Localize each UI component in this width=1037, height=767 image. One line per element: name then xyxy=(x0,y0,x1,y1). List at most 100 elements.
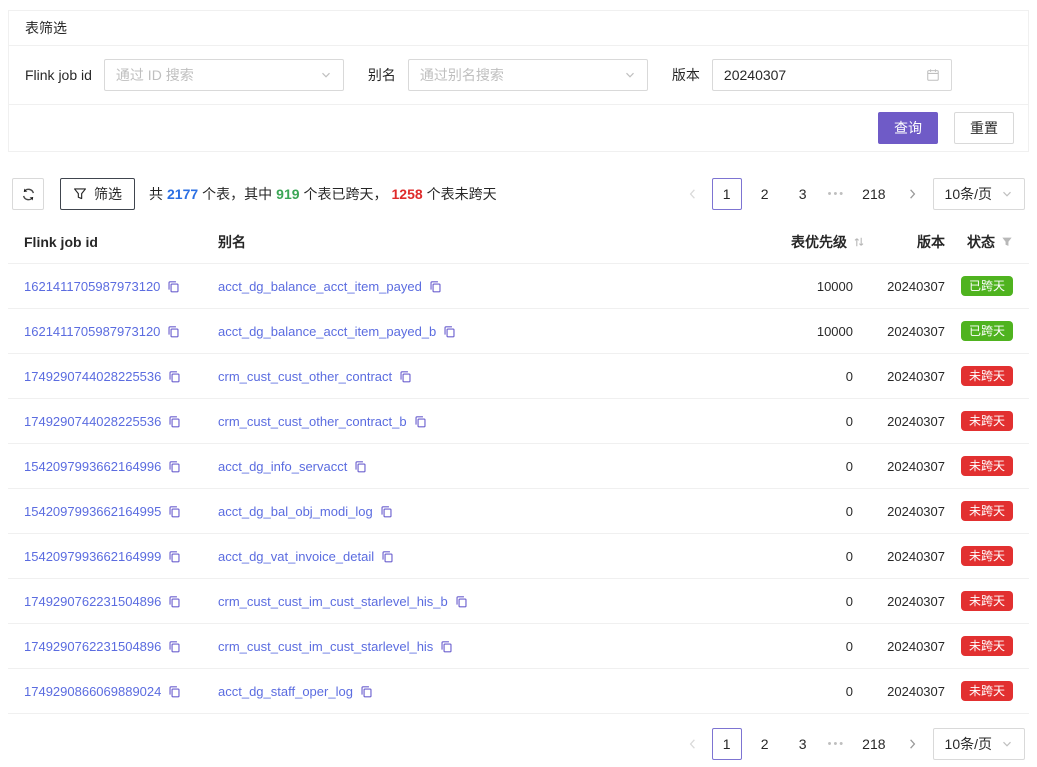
copy-icon[interactable] xyxy=(167,325,180,338)
alias-link[interactable]: crm_cust_cust_im_cust_starlevel_his xyxy=(218,639,433,654)
copy-icon[interactable] xyxy=(443,325,456,338)
version-cell: 20240307 xyxy=(865,324,945,339)
alias-link[interactable]: crm_cust_cust_other_contract_b xyxy=(218,414,407,429)
refresh-button[interactable] xyxy=(12,178,44,210)
page-button-3[interactable]: 3 xyxy=(788,178,818,210)
alias-placeholder: 通过别名搜索 xyxy=(420,65,624,85)
version-cell: 20240307 xyxy=(865,594,945,609)
page-ellipsis[interactable]: ••• xyxy=(826,738,848,750)
copy-icon[interactable] xyxy=(380,505,393,518)
copy-icon[interactable] xyxy=(168,595,181,608)
version-cell: 20240307 xyxy=(865,639,945,654)
copy-icon[interactable] xyxy=(360,685,373,698)
flink-job-id-label: Flink job id xyxy=(25,67,92,83)
page-button-3[interactable]: 3 xyxy=(788,728,818,760)
version-date-input[interactable]: 20240307 xyxy=(712,59,952,91)
copy-icon[interactable] xyxy=(168,415,181,428)
copy-icon[interactable] xyxy=(168,505,181,518)
column-status: 状态 xyxy=(945,232,1013,252)
status-badge: 未跨天 xyxy=(961,681,1013,701)
copy-icon[interactable] xyxy=(440,640,453,653)
status-badge: 未跨天 xyxy=(961,456,1013,476)
chevron-down-icon xyxy=(1001,188,1013,200)
filter-toggle-button[interactable]: 筛选 xyxy=(60,178,135,210)
flink-job-id-link[interactable]: 1749290762231504896 xyxy=(24,594,161,609)
page-ellipsis[interactable]: ••• xyxy=(826,188,848,200)
priority-cell: 0 xyxy=(705,459,865,474)
priority-cell: 10000 xyxy=(705,279,865,294)
page-button-1[interactable]: 1 xyxy=(712,728,742,760)
alias-link[interactable]: acct_dg_vat_invoice_detail xyxy=(218,549,374,564)
copy-icon[interactable] xyxy=(455,595,468,608)
copy-icon[interactable] xyxy=(399,370,412,383)
copy-icon[interactable] xyxy=(381,550,394,563)
page-button-218[interactable]: 218 xyxy=(855,178,892,210)
alias-link[interactable]: acct_dg_bal_obj_modi_log xyxy=(218,504,373,519)
alias-link[interactable]: acct_dg_staff_oper_log xyxy=(218,684,353,699)
copy-icon[interactable] xyxy=(168,460,181,473)
footer: 1 2 3 ••• 218 10条/页 xyxy=(8,728,1025,760)
table-row: 1749290744028225536 crm_cust_cust_other_… xyxy=(8,399,1029,444)
next-page-button[interactable] xyxy=(901,728,923,760)
table-row: 1749290762231504896 crm_cust_cust_im_cus… xyxy=(8,579,1029,624)
alias-select[interactable]: 通过别名搜索 xyxy=(408,59,648,91)
prev-page-button[interactable] xyxy=(682,728,704,760)
sort-icon[interactable] xyxy=(853,236,865,248)
page-button-218[interactable]: 218 xyxy=(855,728,892,760)
page-size-select[interactable]: 10条/页 xyxy=(933,178,1025,210)
flink-job-id-link[interactable]: 1749290866069889024 xyxy=(24,684,161,699)
flink-job-id-link[interactable]: 1749290744028225536 xyxy=(24,414,161,429)
flink-job-id-link[interactable]: 1621411705987973120 xyxy=(24,324,160,339)
priority-cell: 0 xyxy=(705,414,865,429)
page-button-2[interactable]: 2 xyxy=(750,178,780,210)
flink-job-id-link[interactable]: 1621411705987973120 xyxy=(24,279,160,294)
total-count: 2177 xyxy=(167,186,198,202)
copy-icon[interactable] xyxy=(414,415,427,428)
flink-job-id-link[interactable]: 1749290762231504896 xyxy=(24,639,161,654)
table-row: 1621411705987973120 acct_dg_balance_acct… xyxy=(8,264,1029,309)
version-cell: 20240307 xyxy=(865,684,945,699)
page-size-select[interactable]: 10条/页 xyxy=(933,728,1025,760)
alias-link[interactable]: crm_cust_cust_im_cust_starlevel_his_b xyxy=(218,594,448,609)
priority-cell: 10000 xyxy=(705,324,865,339)
flink-job-id-link[interactable]: 1542097993662164999 xyxy=(24,549,161,564)
page-size-label: 10条/页 xyxy=(945,184,992,204)
status-badge: 未跨天 xyxy=(961,501,1013,521)
results-table: Flink job id 别名 表优先级 版本 状态 1621411705987… xyxy=(8,220,1029,714)
table-row: 1542097993662164999 acct_dg_vat_invoice_… xyxy=(8,534,1029,579)
alias-link[interactable]: acct_dg_balance_acct_item_payed xyxy=(218,279,422,294)
copy-icon[interactable] xyxy=(354,460,367,473)
copy-icon[interactable] xyxy=(167,280,180,293)
filter-toggle-label: 筛选 xyxy=(94,184,122,204)
next-page-button[interactable] xyxy=(901,178,923,210)
flink-job-id-link[interactable]: 1542097993662164996 xyxy=(24,459,161,474)
priority-cell: 0 xyxy=(705,549,865,564)
table-row: 1749290744028225536 crm_cust_cust_other_… xyxy=(8,354,1029,399)
flink-job-id-select[interactable]: 通过 ID 搜索 xyxy=(104,59,344,91)
pagination-bottom: 1 2 3 ••• 218 10条/页 xyxy=(682,728,1025,760)
copy-icon[interactable] xyxy=(429,280,442,293)
table-row: 1749290866069889024 acct_dg_staff_oper_l… xyxy=(8,669,1029,714)
status-badge: 已跨天 xyxy=(961,276,1013,296)
version-cell: 20240307 xyxy=(865,549,945,564)
prev-page-button[interactable] xyxy=(682,178,704,210)
priority-cell: 0 xyxy=(705,684,865,699)
copy-icon[interactable] xyxy=(168,685,181,698)
copy-icon[interactable] xyxy=(168,640,181,653)
page-button-2[interactable]: 2 xyxy=(750,728,780,760)
alias-link[interactable]: acct_dg_info_servacct xyxy=(218,459,347,474)
copy-icon[interactable] xyxy=(168,550,181,563)
flink-job-id-link[interactable]: 1749290744028225536 xyxy=(24,369,161,384)
alias-link[interactable]: crm_cust_cust_other_contract xyxy=(218,369,392,384)
version-field: 版本 20240307 xyxy=(672,59,952,91)
table-body: 1621411705987973120 acct_dg_balance_acct… xyxy=(8,264,1029,714)
flink-job-id-link[interactable]: 1542097993662164995 xyxy=(24,504,161,519)
page-button-1[interactable]: 1 xyxy=(712,178,742,210)
alias-link[interactable]: acct_dg_balance_acct_item_payed_b xyxy=(218,324,436,339)
copy-icon[interactable] xyxy=(168,370,181,383)
status-badge: 未跨天 xyxy=(961,546,1013,566)
reset-button[interactable]: 重置 xyxy=(954,112,1014,144)
query-button[interactable]: 查询 xyxy=(878,112,938,144)
column-filter-icon[interactable] xyxy=(1001,236,1013,248)
version-cell: 20240307 xyxy=(865,369,945,384)
